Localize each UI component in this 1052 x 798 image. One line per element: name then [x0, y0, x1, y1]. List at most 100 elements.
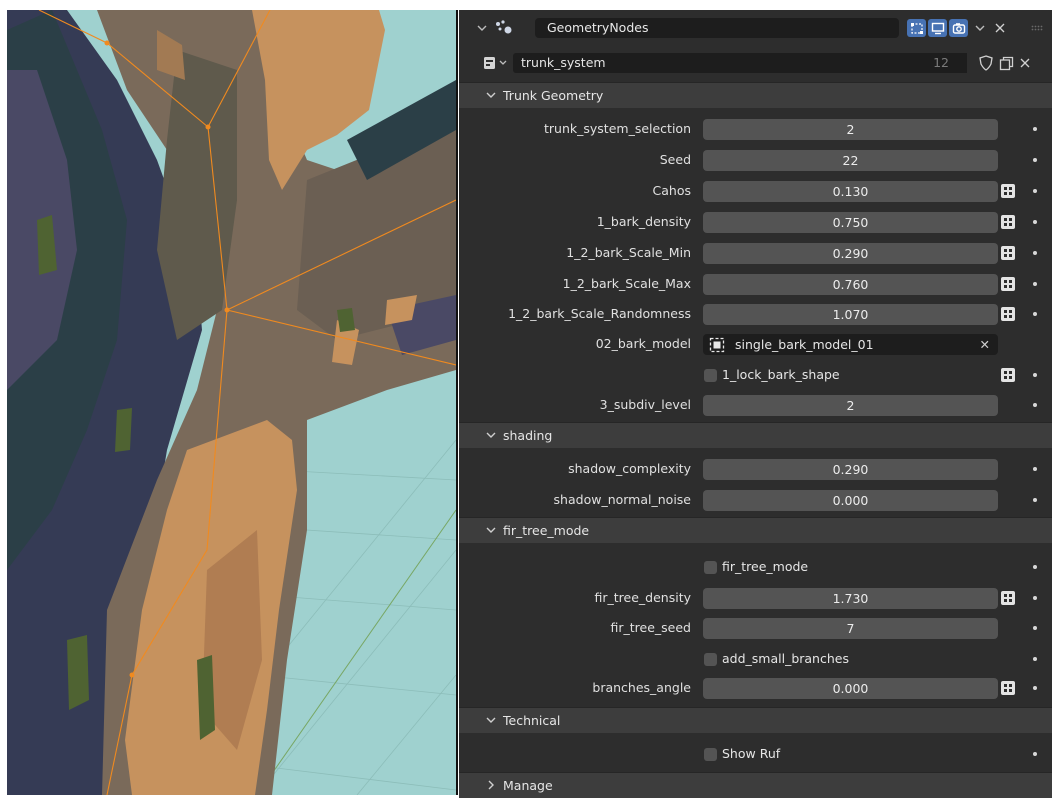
duplicate-icon[interactable]: [997, 54, 1015, 72]
keyframe-dot-icon[interactable]: [1033, 403, 1037, 407]
bark-density-field[interactable]: 0.750: [703, 212, 998, 233]
drag-handle-icon[interactable]: [1031, 24, 1043, 32]
input-attribute-toggle-icon[interactable]: [1000, 680, 1016, 696]
property-label: 3_subdiv_level: [599, 397, 691, 412]
add-small-branches-checkbox[interactable]: [704, 653, 717, 666]
property-row-shadow-normal-noise: shadow_normal_noise 0.000: [459, 488, 1052, 512]
fake-user-shield-icon[interactable]: [977, 54, 995, 72]
input-attribute-toggle-icon[interactable]: [1000, 276, 1016, 292]
keyframe-dot-icon[interactable]: [1033, 158, 1037, 162]
node-group-name-field[interactable]: trunk_system: [513, 53, 903, 73]
viewport-icon[interactable]: [928, 19, 947, 37]
property-label: fir_tree_seed: [610, 620, 692, 635]
modifier-header: GeometryNodes: [469, 15, 1047, 41]
shadow-normal-noise-field[interactable]: 0.000: [703, 490, 998, 511]
chevron-down-icon: [485, 712, 497, 731]
keyframe-dot-icon[interactable]: [1033, 127, 1037, 131]
keyframe-dot-icon[interactable]: [1033, 565, 1037, 569]
keyframe-dot-icon[interactable]: [1033, 282, 1037, 286]
panel-header-shading[interactable]: shading: [459, 422, 1052, 448]
property-row-add-small-branches: add_small_branches: [459, 647, 1052, 671]
fir-tree-seed-field[interactable]: 7: [703, 618, 998, 639]
property-row-fir-tree-seed: fir_tree_seed 7: [459, 616, 1052, 640]
keyframe-dot-icon[interactable]: [1033, 686, 1037, 690]
panel-title: shading: [503, 428, 553, 443]
keyframe-dot-icon[interactable]: [1033, 626, 1037, 630]
checkbox-label: add_small_branches: [722, 651, 849, 666]
property-row-bark-model: 02_bark_model single_bark_model_01 ✕: [459, 332, 1052, 356]
trunk-system-selection-field[interactable]: 2: [703, 119, 998, 140]
branches-angle-field[interactable]: 0.000: [703, 678, 998, 699]
clear-object-icon[interactable]: ✕: [980, 334, 990, 355]
panel-title: Technical: [503, 713, 561, 728]
input-attribute-toggle-icon[interactable]: [1000, 367, 1016, 383]
property-row-subdiv-level: 3_subdiv_level 2: [459, 393, 1052, 417]
object-icon: [709, 337, 725, 359]
input-attribute-toggle-icon[interactable]: [1000, 245, 1016, 261]
bark-model-object-field[interactable]: single_bark_model_01 ✕: [703, 334, 998, 355]
property-label: 1_bark_density: [596, 214, 691, 229]
panel-title: Manage: [503, 778, 553, 793]
cahos-field[interactable]: 0.130: [703, 181, 998, 202]
property-row-fir-tree-density: fir_tree_density 1.730: [459, 586, 1052, 610]
property-row-trunk-system-selection: trunk_system_selection 2: [459, 117, 1052, 141]
modifier-name-field[interactable]: GeometryNodes: [535, 18, 899, 38]
panel-header-manage[interactable]: Manage: [459, 772, 1052, 798]
property-label: fir_tree_density: [594, 590, 692, 605]
property-row-seed: Seed 22: [459, 148, 1052, 172]
property-row-lock-bark-shape: 1_lock_bark_shape: [459, 363, 1052, 387]
lock-bark-shape-checkbox[interactable]: [704, 369, 717, 382]
keyframe-dot-icon[interactable]: [1033, 373, 1037, 377]
chevron-down-icon: [485, 87, 497, 106]
node-group-user-count[interactable]: 12: [903, 53, 967, 73]
keyframe-dot-icon[interactable]: [1033, 312, 1037, 316]
keyframe-dot-icon[interactable]: [1033, 220, 1037, 224]
input-attribute-toggle-icon[interactable]: [1000, 183, 1016, 199]
chevron-down-icon[interactable]: [475, 21, 489, 35]
property-row-bark-density: 1_bark_density 0.750: [459, 210, 1052, 234]
3d-viewport[interactable]: [7, 10, 458, 795]
keyframe-dot-icon[interactable]: [1033, 596, 1037, 600]
keyframe-dot-icon[interactable]: [1033, 498, 1037, 502]
unlink-close-icon[interactable]: [1017, 55, 1033, 71]
subdiv-level-field[interactable]: 2: [703, 395, 998, 416]
fir-tree-density-field[interactable]: 1.730: [703, 588, 998, 609]
viewport-render[interactable]: [7, 10, 456, 795]
show-ruf-checkbox[interactable]: [704, 748, 717, 761]
input-attribute-toggle-icon[interactable]: [1000, 306, 1016, 322]
panel-header-fir-tree-mode[interactable]: fir_tree_mode: [459, 517, 1052, 543]
input-attribute-toggle-icon[interactable]: [1000, 214, 1016, 230]
panel-header-trunk-geometry[interactable]: Trunk Geometry: [459, 82, 1052, 108]
property-row-fir-tree-mode: fir_tree_mode: [459, 555, 1052, 579]
checkbox-label: fir_tree_mode: [722, 559, 809, 574]
chevron-right-icon: [485, 777, 497, 796]
keyframe-dot-icon[interactable]: [1033, 657, 1037, 661]
property-row-bark-scale-max: 1_2_bark_Scale_Max 0.760: [459, 272, 1052, 296]
shadow-complexity-field[interactable]: 0.290: [703, 459, 998, 480]
panel-header-technical[interactable]: Technical: [459, 707, 1052, 733]
checkbox-label: 1_lock_bark_shape: [722, 367, 840, 382]
chevron-down-icon: [485, 427, 497, 446]
fir-tree-mode-checkbox[interactable]: [704, 561, 717, 574]
keyframe-dot-icon[interactable]: [1033, 467, 1037, 471]
seed-field[interactable]: 22: [703, 150, 998, 171]
property-label: shadow_normal_noise: [553, 492, 691, 507]
edit-mode-icon[interactable]: [907, 19, 926, 37]
keyframe-dot-icon[interactable]: [1033, 189, 1037, 193]
geometry-nodes-icon: [493, 18, 515, 38]
property-row-bark-scale-min: 1_2_bark_Scale_Min 0.290: [459, 241, 1052, 265]
property-row-show-ruf: Show Ruf: [459, 742, 1052, 766]
node-tree-browse-icon[interactable]: [481, 54, 513, 72]
bark-scale-min-field[interactable]: 0.290: [703, 243, 998, 264]
keyframe-dot-icon[interactable]: [1033, 251, 1037, 255]
chevron-down-icon[interactable]: [973, 21, 987, 35]
close-icon[interactable]: [993, 21, 1007, 35]
render-camera-icon[interactable]: [949, 19, 968, 37]
bark-scale-max-field[interactable]: 0.760: [703, 274, 998, 295]
keyframe-dot-icon[interactable]: [1033, 752, 1037, 756]
property-label: 1_2_bark_Scale_Randomness: [508, 306, 691, 321]
checkbox-label: Show Ruf: [722, 746, 781, 761]
bark-scale-randomness-field[interactable]: 1.070: [703, 304, 998, 325]
property-label: shadow_complexity: [568, 461, 691, 476]
input-attribute-toggle-icon[interactable]: [1000, 590, 1016, 606]
